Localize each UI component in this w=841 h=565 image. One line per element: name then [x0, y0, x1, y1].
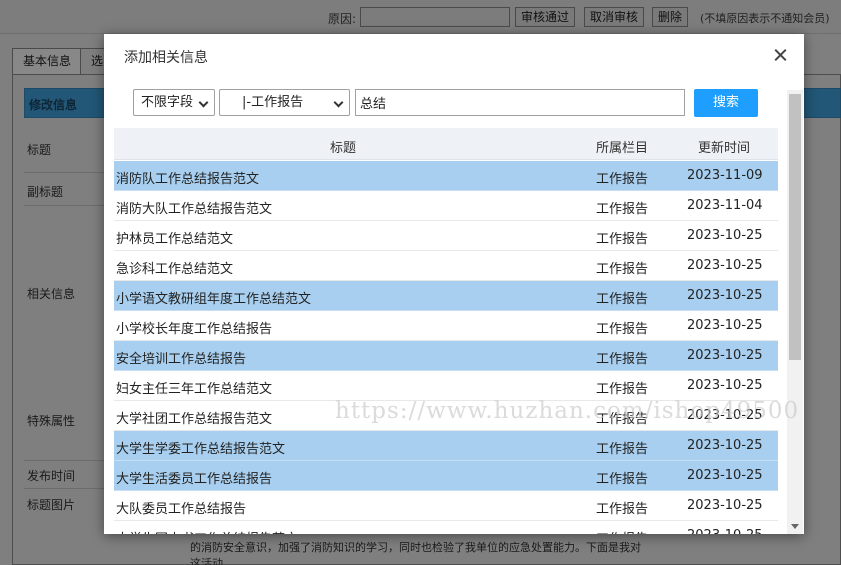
row-category: 工作报告 — [596, 472, 649, 487]
close-icon[interactable] — [770, 44, 792, 66]
divider — [24, 488, 104, 489]
review-toolbar: 原因: 审核通过 取消审核 删除 (不填原因表示不通知会员) — [0, 0, 841, 34]
row-title: 大学生团支书工作总结报告范文 — [116, 528, 298, 534]
row-date: 2023-10-25 — [687, 288, 763, 303]
table-body: 消防队工作总结报告范文 工作报告 2023-11-09 消防大队工作总结报告范文 工作报… — [114, 161, 778, 534]
reason-input[interactable] — [360, 7, 510, 27]
field-label-title-image: 标题图片 — [27, 498, 76, 512]
add-related-dialog: 添加相关信息 不限字段 |-工作报告 搜索 标题 所属栏目 更新时间 消防队工作… — [104, 34, 804, 534]
tab-basic-info[interactable]: 基本信息 — [12, 48, 83, 74]
content-preview-line: 这活动 — [190, 557, 223, 565]
field-label-title: 标题 — [27, 143, 52, 157]
reason-hint: (不填原因表示不通知会员) — [700, 12, 830, 25]
scrollbar[interactable] — [787, 90, 803, 534]
table-row[interactable]: 大学生团支书工作总结报告范文 工作报告 2023-10-25 — [114, 521, 778, 534]
table-row[interactable]: 安全培训工作总结报告 工作报告 2023-10-25 — [114, 341, 778, 371]
row-title: 消防大队工作总结报告范文 — [116, 202, 273, 217]
row-title: 消防队工作总结报告范文 — [116, 172, 260, 187]
table-row[interactable]: 消防队工作总结报告范文 工作报告 2023-11-09 — [114, 161, 778, 191]
row-category: 工作报告 — [596, 172, 649, 187]
chevron-down-icon — [333, 97, 344, 108]
row-date: 2023-10-25 — [687, 378, 763, 393]
field-select-value: 不限字段 — [141, 95, 194, 110]
row-date: 2023-10-25 — [687, 498, 763, 513]
field-label-attributes: 特殊属性 — [27, 414, 76, 428]
row-date: 2023-10-25 — [687, 438, 763, 453]
table-row[interactable]: 急诊科工作总结范文 工作报告 2023-10-25 — [114, 251, 778, 281]
table-row[interactable]: 大队委员工作总结报告 工作报告 2023-10-25 — [114, 491, 778, 521]
row-category: 工作报告 — [596, 322, 649, 337]
column-header-title: 标题 — [330, 141, 357, 156]
table-row[interactable]: 小学校长年度工作总结报告 工作报告 2023-10-25 — [114, 311, 778, 341]
field-label-publish-time: 发布时间 — [27, 469, 76, 483]
row-category: 工作报告 — [596, 382, 649, 397]
row-category: 工作报告 — [596, 262, 649, 277]
dialog-title: 添加相关信息 — [124, 50, 208, 66]
category-select[interactable]: |-工作报告 — [219, 89, 350, 116]
row-category: 工作报告 — [596, 352, 649, 367]
row-date: 2023-11-04 — [687, 198, 763, 213]
row-title: 急诊科工作总结范文 — [116, 262, 234, 277]
row-category: 工作报告 — [596, 412, 649, 427]
approve-button[interactable]: 审核通过 — [515, 7, 576, 27]
divider — [24, 172, 104, 173]
table-row[interactable]: 消防大队工作总结报告范文 工作报告 2023-11-04 — [114, 191, 778, 221]
panel-header-title: 修改信息 — [29, 98, 78, 112]
table-row[interactable]: 大学社团工作总结报告范文 工作报告 2023-10-25 — [114, 401, 778, 431]
field-select[interactable]: 不限字段 — [133, 89, 215, 116]
row-date: 2023-10-25 — [687, 348, 763, 363]
row-category: 工作报告 — [596, 202, 649, 217]
row-title: 护林员工作总结范文 — [116, 232, 234, 247]
row-date: 2023-10-25 — [687, 408, 763, 423]
row-date: 2023-10-25 — [687, 468, 763, 483]
chevron-down-icon — [198, 97, 209, 108]
row-date: 2023-11-09 — [687, 168, 763, 183]
row-title: 小学语文教研组年度工作总结范文 — [116, 292, 312, 307]
row-category: 工作报告 — [596, 292, 649, 307]
delete-button[interactable]: 删除 — [652, 7, 689, 27]
table-row[interactable]: 大学生学委工作总结报告范文 工作报告 2023-10-25 — [114, 431, 778, 461]
reason-label: 原因: — [328, 12, 357, 26]
scroll-thumb[interactable] — [789, 94, 801, 360]
row-title: 小学校长年度工作总结报告 — [116, 322, 273, 337]
row-date: 2023-10-25 — [687, 318, 763, 333]
result-table: 标题 所属栏目 更新时间 消防队工作总结报告范文 工作报告 2023-11-09 消防… — [114, 128, 778, 534]
row-category: 工作报告 — [596, 232, 649, 247]
content-preview: 的消防安全意识，加强了消防知识的学习，同时也检验了我单位的应急处置能力。下面是我… — [190, 540, 641, 565]
category-select-value: |-工作报告 — [242, 95, 304, 110]
search-button[interactable]: 搜索 — [694, 89, 758, 117]
field-label-subtitle: 副标题 — [27, 185, 64, 199]
divider — [24, 460, 104, 461]
row-title: 妇女主任三年工作总结范文 — [116, 382, 273, 397]
table-header: 标题 所属栏目 更新时间 — [114, 128, 778, 160]
row-title: 大学社团工作总结报告范文 — [116, 412, 273, 427]
cancel-approve-button[interactable]: 取消审核 — [584, 7, 645, 27]
row-category: 工作报告 — [596, 502, 649, 517]
row-date: 2023-10-25 — [687, 228, 763, 243]
column-header-updated: 更新时间 — [698, 141, 751, 156]
row-category: 工作报告 — [596, 528, 648, 534]
row-title: 安全培训工作总结报告 — [116, 352, 247, 367]
content-preview-line: 的消防安全意识，加强了消防知识的学习，同时也检验了我单位的应急处置能力。下面是我… — [190, 541, 641, 554]
table-row[interactable]: 妇女主任三年工作总结范文 工作报告 2023-10-25 — [114, 371, 778, 401]
row-category: 工作报告 — [596, 442, 649, 457]
row-date: 2023-10-25 — [687, 528, 763, 534]
column-header-category: 所属栏目 — [596, 141, 649, 156]
row-date: 2023-10-25 — [687, 258, 763, 273]
table-row[interactable]: 大学生活委员工作总结报告 工作报告 2023-10-25 — [114, 461, 778, 491]
table-row[interactable]: 小学语文教研组年度工作总结范文 工作报告 2023-10-25 — [114, 281, 778, 311]
table-row[interactable]: 护林员工作总结范文 工作报告 2023-10-25 — [114, 221, 778, 251]
divider — [24, 205, 104, 206]
field-label-related: 相关信息 — [27, 287, 76, 301]
keyword-input[interactable] — [355, 89, 685, 116]
row-title: 大学生活委员工作总结报告 — [116, 472, 273, 487]
row-title: 大队委员工作总结报告 — [116, 502, 247, 517]
scroll-down-icon[interactable] — [791, 524, 799, 529]
row-title: 大学生学委工作总结报告范文 — [116, 442, 286, 457]
